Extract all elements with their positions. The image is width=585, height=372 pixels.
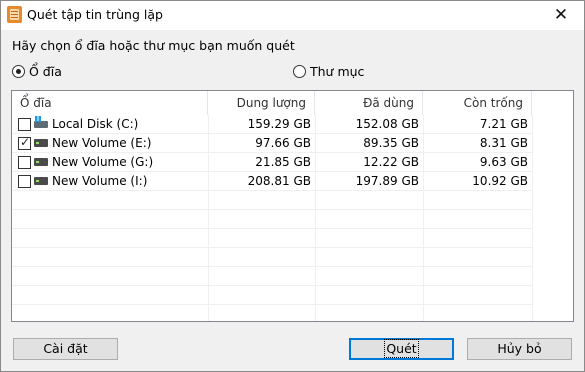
drive-size: 21.85 GB xyxy=(255,155,311,169)
table-row[interactable]: ✓ New Volume (E:) 97.66 GB 89.35 GB 8.31… xyxy=(12,134,573,152)
system-drive-icon xyxy=(34,116,48,128)
row-checkbox[interactable] xyxy=(18,156,31,169)
cancel-button[interactable]: Hủy bỏ xyxy=(467,338,572,360)
list-header: Ổ đĩa Dung lượng Đã dùng Còn trống xyxy=(12,91,573,115)
grid-line xyxy=(12,266,532,267)
column-header-drive[interactable]: Ổ đĩa xyxy=(12,91,208,115)
drive-list[interactable]: Ổ đĩa Dung lượng Đã dùng Còn trống Local… xyxy=(11,90,574,322)
drive-used: 12.22 GB xyxy=(363,155,419,169)
scan-button[interactable]: Quét xyxy=(349,338,454,360)
grid-line xyxy=(12,209,532,210)
column-header-size[interactable]: Dung lượng xyxy=(208,91,315,115)
drive-name: Local Disk (C:) xyxy=(52,117,139,131)
table-row[interactable]: Local Disk (C:) 159.29 GB 152.08 GB 7.21… xyxy=(12,115,573,133)
scan-button-label: Quét xyxy=(384,339,419,358)
radio-drive-label[interactable]: Ổ đĩa xyxy=(29,64,62,79)
hard-drive-icon xyxy=(34,177,48,185)
grid-line xyxy=(12,285,532,286)
checkmark-icon: ✓ xyxy=(20,135,31,149)
table-row[interactable]: New Volume (G:) 21.85 GB 12.22 GB 9.63 G… xyxy=(12,153,573,171)
column-header-free[interactable]: Còn trống xyxy=(423,91,532,115)
dialog-content: Hãy chọn ổ đĩa hoặc thư mục bạn muốn qué… xyxy=(1,30,584,371)
close-button[interactable]: ✕ xyxy=(538,1,584,30)
grid-line xyxy=(12,247,532,248)
scan-prompt: Hãy chọn ổ đĩa hoặc thư mục bạn muốn qué… xyxy=(12,38,295,53)
title-bar: Quét tập tin trùng lặp ✕ xyxy=(1,1,584,30)
drive-used: 89.35 GB xyxy=(363,136,419,150)
window-title: Quét tập tin trùng lặp xyxy=(27,7,163,22)
settings-button[interactable]: Cài đặt xyxy=(13,338,118,360)
drive-free: 9.63 GB xyxy=(479,155,528,169)
hard-drive-icon xyxy=(34,139,48,147)
drive-free: 8.31 GB xyxy=(479,136,528,150)
dialog-window: Quét tập tin trùng lặp ✕ Hãy chọn ổ đĩa … xyxy=(0,0,585,372)
drive-size: 97.66 GB xyxy=(255,136,311,150)
drive-free: 7.21 GB xyxy=(479,117,528,131)
drive-used: 197.89 GB xyxy=(355,174,419,188)
row-checkbox-checked[interactable]: ✓ xyxy=(18,135,31,150)
drive-used: 152.08 GB xyxy=(355,117,419,131)
grid-line xyxy=(12,190,532,191)
drive-free: 10.92 GB xyxy=(472,174,528,188)
drive-name: New Volume (E:) xyxy=(52,136,152,150)
row-checkbox[interactable] xyxy=(18,118,31,131)
radio-folder-circle[interactable] xyxy=(293,65,306,78)
drive-name: New Volume (G:) xyxy=(52,155,154,169)
drive-name: New Volume (I:) xyxy=(52,174,148,188)
document-app-icon xyxy=(7,6,22,23)
radio-drive-circle[interactable] xyxy=(12,65,25,78)
column-header-used[interactable]: Đã dùng xyxy=(315,91,423,115)
radio-selected-dot xyxy=(16,69,21,74)
grid-line xyxy=(12,228,532,229)
radio-folder-label[interactable]: Thư mục xyxy=(310,64,364,79)
drive-size: 159.29 GB xyxy=(247,117,311,131)
row-checkbox[interactable] xyxy=(18,175,31,188)
hard-drive-icon xyxy=(34,158,48,166)
grid-line xyxy=(12,304,532,305)
table-row[interactable]: New Volume (I:) 208.81 GB 197.89 GB 10.9… xyxy=(12,172,573,190)
drive-size: 208.81 GB xyxy=(247,174,311,188)
